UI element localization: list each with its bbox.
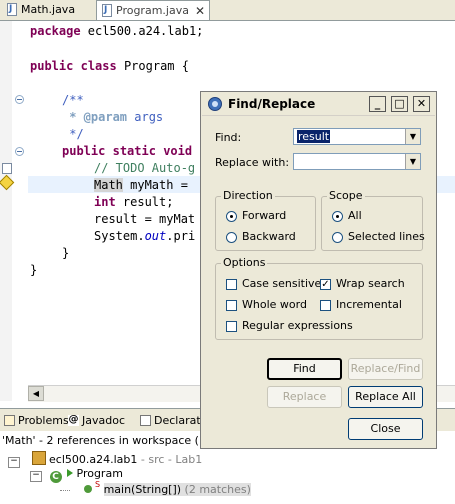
find-label: Find: [215,131,242,144]
dialog-titlebar[interactable]: Find/Replace _ □ ✕ [202,93,435,116]
code-line: public class Program { [30,59,189,73]
code-line: int result; [94,195,174,209]
close-icon[interactable]: ✕ [413,96,430,112]
folding-ruler [12,21,24,401]
search-status-text: 'Math' - 2 references in workspace (no J… [2,434,228,447]
code-line: * @param args [62,110,164,124]
direction-title: Direction [221,189,275,202]
tree-item-class[interactable]: − C Program [30,467,123,483]
java-file-icon: J [6,2,18,17]
incremental-checkbox[interactable] [320,300,331,311]
code-line: System.out.pri [94,229,196,243]
package-name: ecl500.a24.lab1 [49,453,138,466]
scroll-left-icon[interactable]: ◀ [28,386,44,401]
class-icon: C [49,471,62,483]
backward-label[interactable]: Backward [242,230,296,243]
editor-tab-bar: J Math.java J Program.java ✕ [0,0,455,21]
selected-lines-label[interactable]: Selected lines [348,230,425,243]
eclipse-icon [208,97,222,111]
code-line: Math myMath = [94,178,188,192]
wrap-search-label[interactable]: Wrap search [336,277,405,290]
code-line: // TODO Auto-g [94,161,196,175]
fold-toggle-icon[interactable] [15,95,24,104]
package-icon [31,451,46,465]
tab-label: Declarati [154,413,204,427]
public-method-icon [83,485,92,493]
regex-checkbox[interactable] [226,321,237,332]
regex-label[interactable]: Regular expressions [242,319,353,332]
code-line: /** [62,93,84,107]
close-button[interactable]: Close [348,418,423,440]
replace-combo[interactable]: ▼ [293,153,421,170]
case-sensitive-checkbox[interactable] [226,279,237,290]
all-radio[interactable] [332,211,343,222]
code-line: public static void [62,144,193,158]
tree-item-package[interactable]: − ecl500.a24.lab1 - src - Lab1 [8,451,202,468]
incremental-label[interactable]: Incremental [336,298,402,311]
chevron-down-icon[interactable]: ▼ [405,154,420,169]
tab-label: Problems [18,413,69,427]
collapse-icon[interactable]: − [8,457,20,468]
tab-math-java[interactable]: J Math.java [2,0,79,19]
tab-label: Math.java [21,3,76,16]
replace-label: Replace with: [215,156,290,169]
tree-item-method[interactable]: S main(String[]) (2 matches) [60,480,251,496]
whole-word-label[interactable]: Whole word [242,298,307,311]
forward-radio[interactable] [226,211,237,222]
class-name: Program [76,467,123,480]
chevron-down-icon[interactable]: ▼ [405,129,420,144]
find-replace-dialog: Find/Replace _ □ ✕ Find: result ▼ Replac… [200,91,437,449]
find-input[interactable]: result [297,130,331,143]
tree-connector [60,489,70,491]
tab-declaration[interactable]: Declarati [140,411,204,429]
match-count: (2 matches) [181,483,251,496]
find-button[interactable]: Find [267,358,342,380]
code-line: package ecl500.a24.lab1; [30,24,204,38]
tab-label: Javadoc [82,413,125,427]
java-file-icon: J [101,3,113,18]
code-line: result = myMat [94,212,196,226]
maximize-icon[interactable]: □ [391,96,408,112]
case-sensitive-label[interactable]: Case sensitive [242,277,321,290]
code-line: } [30,263,38,277]
tab-program-java[interactable]: J Program.java ✕ [96,0,211,20]
options-title: Options [221,256,268,269]
method-name: main(String[]) [103,483,182,496]
code-line: } [62,246,70,260]
selected-lines-radio[interactable] [332,232,343,243]
run-marker-icon [67,469,73,477]
find-combo[interactable]: result ▼ [293,128,421,145]
collapse-icon[interactable]: − [30,471,42,482]
replace-find-button[interactable]: Replace/Find [348,358,423,380]
tab-problems[interactable]: Problems [4,411,69,429]
declaration-icon [140,414,151,426]
wrap-search-checkbox[interactable]: ✓ [320,279,331,290]
tab-javadoc[interactable]: @ Javadoc [68,411,125,429]
code-line: */ [62,127,84,141]
close-tab-icon[interactable]: ✕ [195,4,205,18]
replace-all-button[interactable]: Replace All [348,386,423,408]
minimize-icon[interactable]: _ [369,96,386,112]
dialog-title: Find/Replace [228,97,316,111]
options-group: Options Case sensitive ✓ Wrap search Who… [215,256,423,340]
task-marker-icon [2,163,12,174]
backward-radio[interactable] [226,232,237,243]
static-marker: S [95,480,101,489]
all-label[interactable]: All [348,209,362,222]
direction-group: Direction Forward Backward [215,189,316,251]
javadoc-icon: @ [68,413,79,426]
tab-label: Program.java [116,4,189,17]
scope-group: Scope All Selected lines [321,189,425,251]
problems-icon [4,414,15,426]
scope-title: Scope [327,189,365,202]
whole-word-checkbox[interactable] [226,300,237,311]
replace-button[interactable]: Replace [267,386,342,408]
forward-label[interactable]: Forward [242,209,286,222]
package-suffix: - src - Lab1 [137,453,203,466]
fold-toggle-icon[interactable] [15,147,24,156]
